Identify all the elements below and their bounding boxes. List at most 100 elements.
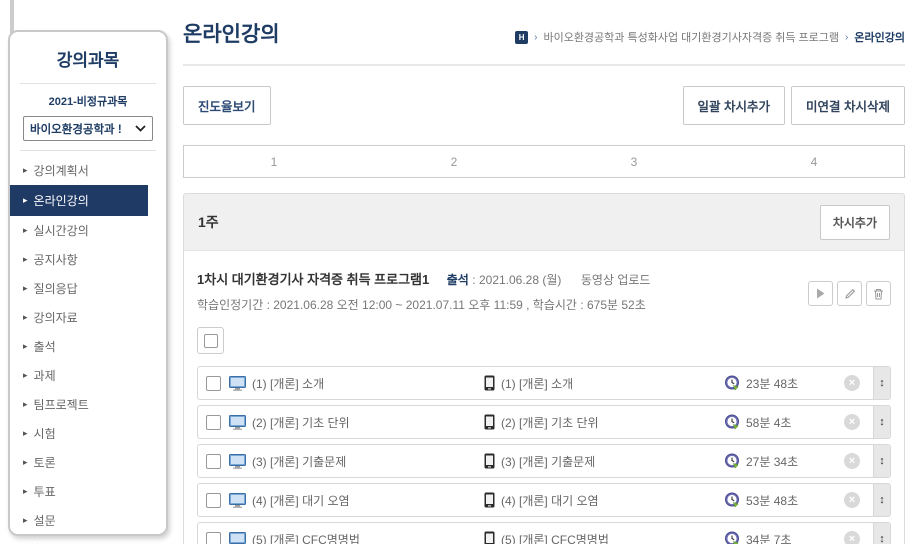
clock-icon [724,453,740,469]
mobile-lecture-link[interactable]: (1) [개론] 소개 [501,375,724,392]
main-content: 온라인강의 H › 바이오환경공학과 특성화사업 대기환경기사자격증 취득 프로… [183,18,905,544]
drag-handle[interactable]: ↕ [873,484,890,516]
sidebar-menu-item[interactable]: ▸ 학습진단 [10,535,166,544]
sidebar-menu-item[interactable]: ▸ 출석 [10,332,166,361]
desktop-icon [229,493,246,508]
sidebar-title: 강의과목 [10,46,166,83]
row-checkbox[interactable] [206,376,221,391]
week-page-number[interactable]: 1 [184,146,364,177]
sidebar-menu-item[interactable]: ▸ 실시간강의 [10,216,166,245]
play-icon [816,288,825,299]
sidebar-menu-item-label: 과제 [34,367,56,384]
clock-icon [724,375,740,391]
sidebar-menu-item-label: 시험 [34,425,56,442]
edit-button[interactable] [837,281,862,306]
mobile-lecture-link[interactable]: (5) [개론] CFC명명법 [501,531,724,544]
sidebar-menu: ▸ 강의계획서 ▸ 온라인강의 ▸ 실시간강의 ▸ 공지사항 [10,156,166,544]
sidebar-menu-item-label: 실시간강의 [34,222,89,239]
mobile-lecture-link[interactable]: (3) [개론] 기출문제 [501,453,724,470]
lecture-title: 1차시 대기환경기사 자격증 취득 프로그램1 [197,272,429,287]
sidebar-menu-item[interactable]: ▸ 시험 [10,419,166,448]
sidebar-menu-item[interactable]: ▸ 강의자료 [10,303,166,332]
mobile-icon [484,492,495,508]
drag-handle[interactable]: ↕ [873,406,890,438]
view-progress-button[interactable]: 진도율보기 [183,86,271,125]
unlink-icon[interactable]: × [844,453,860,469]
mobile-lecture-link[interactable]: (2) [개론] 기초 단위 [501,414,724,431]
breadcrumb-current: 온라인강의 [854,29,905,45]
add-session-button[interactable]: 차시추가 [820,205,890,240]
week-page-number[interactable]: 2 [364,146,544,177]
triangle-right-icon: ▸ [23,515,28,526]
department-select[interactable]: 바이오환경공학과 ! [23,116,153,141]
select-all-box [197,327,224,354]
triangle-right-icon: ▸ [23,195,28,206]
unlink-icon[interactable]: × [844,492,860,508]
drag-handle[interactable]: ↕ [873,367,890,399]
triangle-right-icon: ▸ [23,486,28,497]
play-button[interactable] [808,281,833,306]
unlink-icon[interactable]: × [844,414,860,430]
sidebar-menu-item-label: 강의자료 [34,309,78,326]
video-upload-link[interactable]: 동영상 업로드 [581,273,651,287]
lecture-info: 1차시 대기환경기사 자격증 취득 프로그램1 출석 : 2021.06.28 … [197,263,891,313]
sidebar-menu-item-label: 설문 [34,512,56,529]
home-icon[interactable]: H [515,31,528,44]
desktop-icon [229,376,246,391]
duration-label: 53분 48초 [746,492,798,509]
sidebar-menu-item[interactable]: ▸ 팀프로젝트 [10,390,166,419]
unlink-icon[interactable]: × [844,375,860,391]
pc-lecture-link[interactable]: (1) [개론] 소개 [252,375,484,392]
sidebar-menu-item[interactable]: ▸ 온라인강의 [10,185,148,216]
sidebar-menu-item[interactable]: ▸ 질의응답 [10,274,166,303]
week-page-number[interactable]: 4 [724,146,904,177]
term-label: 2021-비정규과목 [10,84,166,116]
sidebar-menu-item[interactable]: ▸ 토론 [10,448,166,477]
triangle-right-icon: ▸ [23,399,28,410]
pc-lecture-link[interactable]: (2) [개론] 기초 단위 [252,414,484,431]
desktop-icon [229,415,246,430]
triangle-right-icon: ▸ [23,341,28,352]
pc-lecture-link[interactable]: (3) [개론] 기출문제 [252,453,484,470]
mobile-lecture-link[interactable]: (4) [개론] 대기 오염 [501,492,724,509]
triangle-right-icon: ▸ [23,312,28,323]
drag-handle[interactable]: ↕ [873,445,890,477]
sidebar-menu-item[interactable]: ▸ 투표 [10,477,166,506]
sidebar-menu-item-label: 출석 [34,338,56,355]
pc-lecture-link[interactable]: (5) [개론] CFC명명법 [252,531,484,544]
triangle-right-icon: ▸ [23,254,28,265]
sidebar-menu-item[interactable]: ▸ 과제 [10,361,166,390]
row-checkbox[interactable] [206,532,221,544]
breadcrumb-separator: › [534,32,537,43]
mobile-icon [484,453,495,469]
mobile-icon [484,375,495,391]
delete-unlinked-session-button[interactable]: 미연결 차시삭제 [791,86,905,125]
bulk-add-session-button[interactable]: 일괄 차시추가 [683,86,785,125]
select-all-checkbox[interactable] [204,334,218,348]
sidebar-menu-item-label: 토론 [34,454,56,471]
row-checkbox[interactable] [206,415,221,430]
breadcrumb-parent[interactable]: 바이오환경공학과 특성화사업 대기환경기사자격증 취득 프로그램 [543,29,839,45]
session-row: (1) [개론] 소개 (1) [개론] 소개 23분 48초 × ↕ [197,366,891,400]
row-checkbox[interactable] [206,454,221,469]
drag-handle[interactable]: ↕ [873,523,890,544]
triangle-right-icon: ▸ [23,165,28,176]
mobile-icon [484,414,495,430]
sidebar-menu-item[interactable]: ▸ 공지사항 [10,245,166,274]
sidebar-menu-item-label: 공지사항 [34,251,78,268]
week-page-number[interactable]: 3 [544,146,724,177]
triangle-right-icon: ▸ [23,457,28,468]
row-checkbox[interactable] [206,493,221,508]
unlink-icon[interactable]: × [844,531,860,544]
delete-button[interactable] [866,281,891,306]
sidebar-menu-item[interactable]: ▸ 설문 [10,506,166,535]
sidebar-menu-item[interactable]: ▸ 강의계획서 [10,156,166,185]
triangle-right-icon: ▸ [23,428,28,439]
pc-lecture-link[interactable]: (4) [개론] 대기 오염 [252,492,484,509]
sidebar-menu-item-label: 팀프로젝트 [34,396,89,413]
page-title: 온라인강의 [183,18,280,48]
sidebar-menu-item-label: 질의응답 [34,280,78,297]
clock-icon [724,414,740,430]
session-row: (3) [개론] 기출문제 (3) [개론] 기출문제 27분 34초 × ↕ [197,444,891,478]
sidebar-menu-item-label: 투표 [34,483,56,500]
